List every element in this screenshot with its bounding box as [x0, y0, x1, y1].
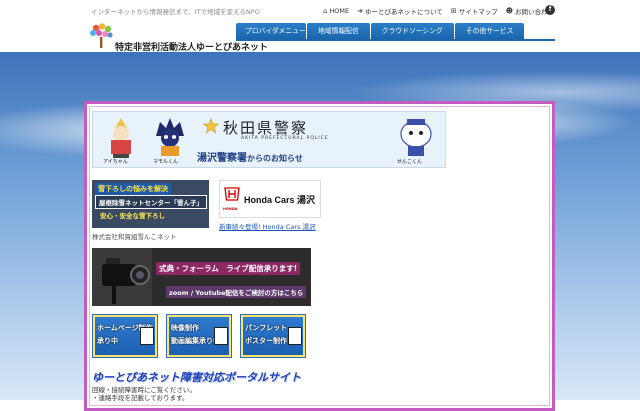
top-link-about-label: ゆーとぴあネットについて	[365, 8, 443, 16]
mascot-label-mamoru: マモルくん	[153, 159, 179, 165]
snow-line-2: 屋根除雪ネットセンター「雪ん子」	[95, 195, 207, 209]
main-nav: プロバイダメニュー 地域情報配信 クラウドソーシング その他サービス	[236, 23, 525, 39]
police-notice-main: 湯沢警察署	[197, 153, 247, 164]
nav-underline	[236, 39, 555, 41]
document-icon	[288, 327, 302, 345]
user-icon: ☻	[505, 7, 513, 15]
site-tagline: インターネットから情報発信まで、ITで地域を変えるNPO	[91, 8, 260, 16]
snow-line-3: 安心・安全な雪下ろし	[100, 212, 165, 220]
mascot-senko-kun-image	[400, 119, 432, 156]
top-link-home-label: HOME	[329, 7, 350, 15]
mascot-ai-chan-image	[111, 118, 131, 158]
police-notice: 湯沢警察署からのお知らせ	[197, 149, 303, 164]
top-link-sitemap[interactable]: ⊞ サイトマップ	[451, 6, 498, 16]
arrow-right-icon: ➜	[357, 7, 363, 15]
play-icon	[214, 327, 228, 345]
live-streaming-banner[interactable]: 式典・フォーラム ライブ配信承ります! zoom / Youtube配信をご検討…	[92, 248, 311, 306]
top-link-sitemap-label: サイトマップ	[458, 8, 498, 16]
service-banner-pamphlet[interactable]: パンフレット ポスター制作	[240, 314, 306, 358]
police-subtitle: AKITA PREFECTURAL POLICE	[241, 136, 329, 141]
honda-link[interactable]: 新車続々登場! Honda Cars 湯沢	[219, 221, 315, 231]
nav-provider-menu[interactable]: プロバイダメニュー	[236, 23, 306, 39]
service-video-line-2: 動画編集承り中	[171, 337, 220, 345]
sitemap-icon: ⊞	[450, 7, 457, 15]
monitor-icon	[140, 327, 154, 345]
mascot-mamoru-kun-image	[156, 118, 184, 156]
honda-logo-icon	[224, 187, 240, 201]
police-banner[interactable]: アイちゃん マモルくん 秋田県警察 AKITA PREFECTURAL POLI…	[92, 111, 446, 168]
service-banner-video[interactable]: 映像制作 動画編集承り中	[166, 314, 232, 358]
service-pamphlet-line-1: パンフレット	[245, 324, 288, 332]
police-star-icon	[203, 118, 219, 134]
live-line-2: zoom / Youtube配信をご検討の方はこちら	[166, 286, 307, 298]
snow-removal-banner[interactable]: 雪下ろしの悩みを解決 屋根除雪ネットセンター「雪ん子」 安心・安全な雪下ろし	[92, 180, 209, 228]
top-link-about[interactable]: ➜ ゆーとぴあネットについて	[357, 6, 443, 16]
mascot-label-ai: アイちゃん	[103, 159, 128, 165]
honda-banner[interactable]: HONDA Honda Cars 湯沢	[219, 180, 321, 218]
honda-small-label: HONDA	[223, 207, 238, 211]
support-portal-line-2: ・連絡手段を記載しております。	[92, 394, 189, 402]
service-pamphlet-line-2: ポスター制作	[245, 337, 287, 345]
snow-banner-caption: 株式会社和賀組雪んこネット	[92, 233, 177, 241]
honda-name: Honda Cars 湯沢	[244, 195, 316, 205]
top-links: ⌂ HOME ➜ ゆーとぴあネットについて ⊞ サイトマップ ☻ お問い合わせ	[323, 6, 554, 16]
home-icon: ⌂	[322, 7, 328, 15]
service-banner-web[interactable]: ホームページ制作 承り中	[92, 314, 158, 358]
snow-line-1: 雪下ろしの悩みを解決	[95, 183, 171, 195]
service-web-line-2: 承り中	[97, 337, 118, 345]
mascot-label-senko: せんこくん	[397, 159, 423, 165]
nav-crowdsourcing[interactable]: クラウドソーシング	[370, 23, 454, 39]
live-line-1: 式典・フォーラム ライブ配信承ります!	[156, 262, 301, 275]
top-link-home[interactable]: ⌂ HOME	[323, 7, 349, 15]
nav-other-services[interactable]: その他サービス	[454, 23, 525, 39]
support-portal-line-1: 回線・接続障害時にご覧ください。	[92, 386, 196, 394]
nav-local-info[interactable]: 地域情報配信	[307, 23, 370, 39]
police-notice-rest: からのお知らせ	[247, 154, 303, 163]
service-video-line-1: 映像制作	[171, 324, 199, 332]
police-title: 秋田県警察	[223, 119, 309, 137]
support-portal-title[interactable]: ゆーとぴあネット障害対応ポータルサイト	[92, 369, 301, 385]
video-camera-image	[92, 248, 152, 306]
facebook-icon[interactable]: f	[545, 5, 555, 15]
site-logo[interactable]	[89, 23, 113, 49]
